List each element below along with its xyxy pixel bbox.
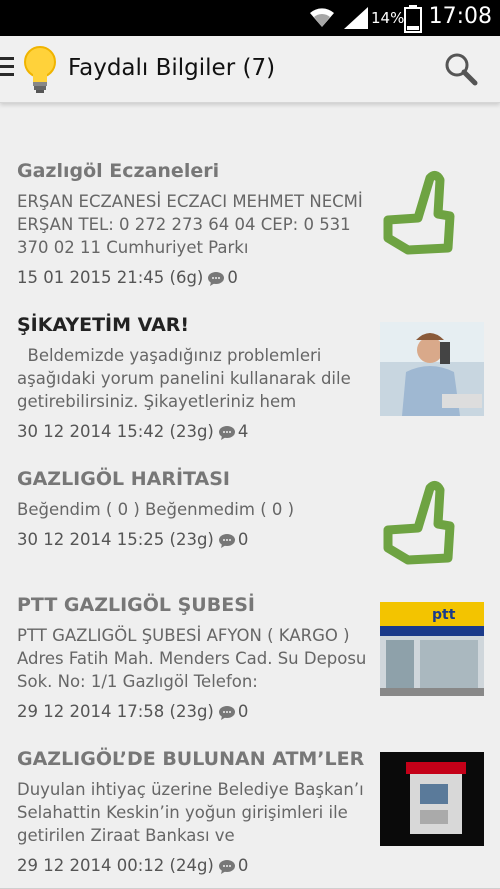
status-bar: 14% 17:08 <box>0 0 500 36</box>
battery-icon <box>404 5 422 33</box>
item-meta: 30 12 2014 15:42 (23g) 4 <box>17 422 248 441</box>
item-meta: 15 01 2015 21:45 (6g) 0 <box>17 268 238 287</box>
comment-icon <box>218 533 235 548</box>
item-date: 30 12 2014 15:42 (23g) <box>17 422 214 441</box>
item-title: PTT GAZLIGÖL ŞUBESİ <box>17 594 255 616</box>
article-list[interactable]: 15 01 2015 21:53 (6g)0Gazlıgöl Eczaneler… <box>0 36 500 889</box>
item-thumbnail: ptt <box>380 602 484 696</box>
item-date: 29 12 2014 00:12 (24g) <box>17 856 214 875</box>
comment-icon <box>218 705 235 720</box>
comment-icon <box>218 425 235 440</box>
item-date: 29 12 2014 17:58 (23g) <box>17 702 214 721</box>
search-icon[interactable] <box>444 52 478 86</box>
svg-text:ptt: ptt <box>432 607 456 623</box>
item-title: GAZLIGÖL’DE BULUNAN ATM’LER <box>17 748 365 770</box>
item-thumbnail <box>380 752 484 846</box>
item-date: 30 12 2014 15:25 (23g) <box>17 530 214 549</box>
item-title: GAZLIGÖL HARİTASI <box>17 468 230 490</box>
page-title: Faydalı Bilgiler (7) <box>68 55 276 81</box>
list-item[interactable]: PTT GAZLIGÖL ŞUBESİ PTT GAZLIGÖL ŞUBESİ A… <box>0 580 500 735</box>
item-title: ŞİKAYETİM VAR! <box>17 314 190 336</box>
item-thumbnail <box>380 322 484 416</box>
comment-count: 0 <box>237 530 249 549</box>
list-item[interactable]: ŞİKAYETİM VAR! Beldemizde yaşadığınız pr… <box>0 300 500 455</box>
like-icon <box>378 168 460 262</box>
item-text: ERŞAN ECZANESİ ECZACI MEHMET NECMİ ERŞAN… <box>17 192 369 257</box>
item-text: PTT GAZLIGÖL ŞUBESİ AFYON ( KARGO ) Adre… <box>17 626 372 691</box>
signal-icon <box>344 7 368 29</box>
lightbulb-icon[interactable] <box>20 44 60 96</box>
list-item[interactable]: Gazlıgöl Eczaneleri ERŞAN ECZANESİ ECZACI… <box>0 146 500 301</box>
comment-count: 0 <box>237 702 249 721</box>
clock: 17:08 <box>428 4 492 29</box>
comment-count: 0 <box>227 268 238 287</box>
item-text: Beğendim ( 0 ) Beğenmedim ( 0 ) <box>17 500 295 519</box>
item-date: 15 01 2015 21:45 (6g) <box>17 268 204 287</box>
item-title: Gazlıgöl Eczaneleri <box>17 160 220 182</box>
like-icon <box>378 478 460 572</box>
item-meta: 30 12 2014 15:25 (23g) 0 <box>17 530 248 549</box>
comment-icon <box>208 271 225 286</box>
action-bar: Faydalı Bilgiler (7) <box>0 36 500 103</box>
item-text: Duyulan ihtiyaç üzerine Belediye Başkan’… <box>17 780 369 845</box>
item-meta: 29 12 2014 17:58 (23g) 0 <box>17 702 248 721</box>
item-text: Beldemizde yaşadığınız problemleri aşağı… <box>17 346 357 411</box>
menu-icon[interactable] <box>0 57 14 79</box>
list-item[interactable]: GAZLIGÖL’DE BULUNAN ATM’LER Duyulan ihtiy… <box>0 734 500 889</box>
comment-count: 4 <box>237 422 249 441</box>
wifi-icon <box>310 8 334 27</box>
list-item[interactable]: GAZLIGÖL HARİTASI Beğendim ( 0 ) Beğenmed… <box>0 454 500 581</box>
comment-icon <box>218 859 235 874</box>
item-meta: 29 12 2014 00:12 (24g) 0 <box>17 856 248 875</box>
battery-percent: 14% <box>371 9 405 27</box>
comment-count: 0 <box>237 856 249 875</box>
